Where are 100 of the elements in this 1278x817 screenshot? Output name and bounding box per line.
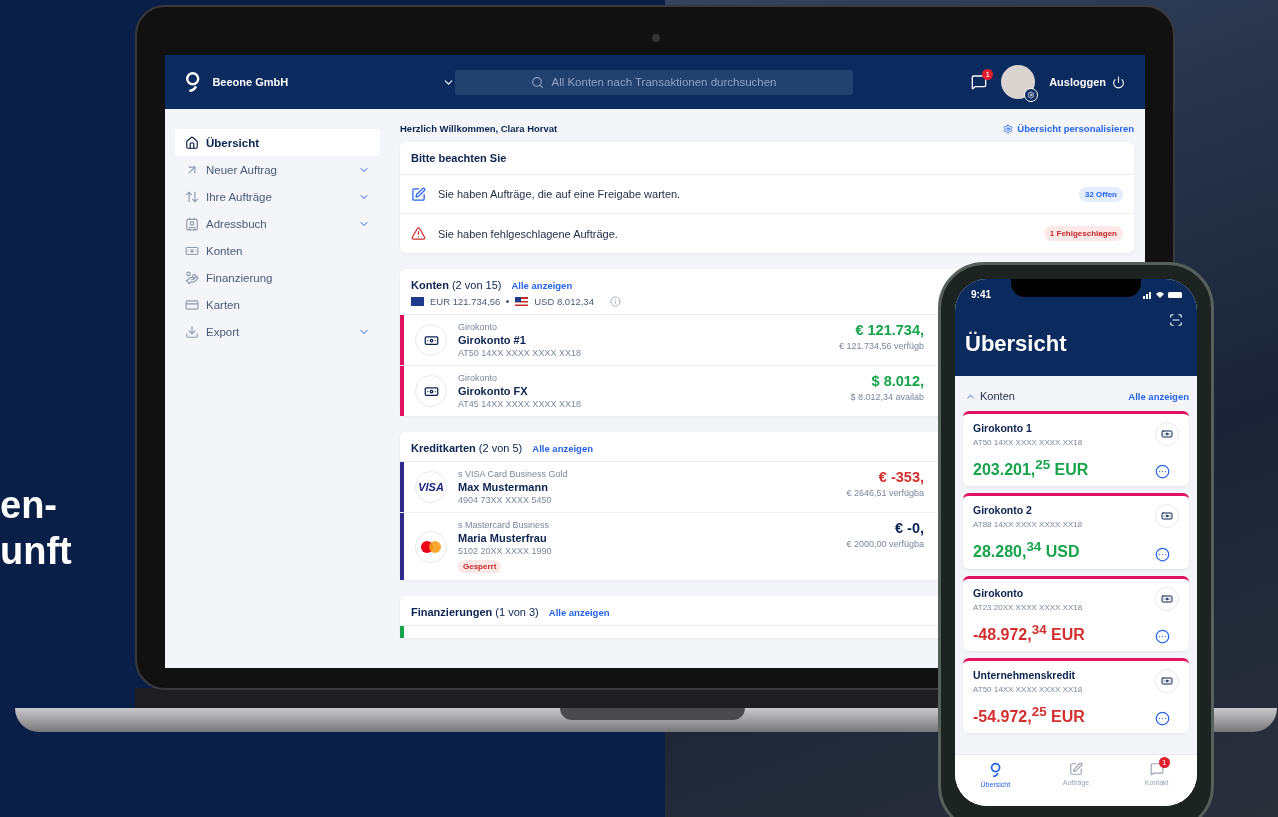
account-name[interactable]: Girokonto #1 — [458, 334, 828, 346]
section-toggle[interactable]: Konten — [965, 390, 1015, 402]
account-card[interactable]: Unternehmenskredit AT50 14XX XXXX XXXX XX18 -54.972,$^{25}$ EUR — [963, 658, 1189, 734]
banknote-icon — [1161, 428, 1173, 440]
account-type: s VISA Card Business Gold — [458, 469, 569, 479]
account-name[interactable]: Girokonto FX — [458, 385, 840, 397]
sidebar-item[interactable]: Finanzierung — [175, 264, 380, 291]
power-icon — [1112, 75, 1125, 89]
balance-amount: € 121.734, — [855, 322, 924, 338]
us-flag-icon — [515, 297, 529, 306]
balance-amount: € -353, — [878, 469, 924, 485]
section-title: Kreditkarten (2 von 5) — [411, 442, 523, 454]
balance-amount: $ 8.012, — [871, 373, 924, 389]
account-card[interactable]: Girokonto AT23 20XX XXXX XXXX XX18 -48.972,$^{34}$ EUR — [963, 575, 1189, 651]
available-amount: $ 8.012,34 availab — [850, 392, 924, 402]
more-icon[interactable] — [1155, 546, 1170, 562]
account-card[interactable]: Girokonto 2 AT88 14XX XXXX XXXX XX18 28.280,$^{34}$ USD — [963, 493, 1189, 569]
section-title: Finanzierungen (1 von 3) — [411, 606, 539, 618]
more-icon[interactable] — [1155, 464, 1170, 480]
search-field[interactable]: All Konten nach Transaktionen durchsuchen — [455, 69, 853, 95]
more-icon[interactable] — [1155, 711, 1170, 727]
balance-amount: € -0, — [895, 520, 924, 536]
notice-text: Sie haben Aufträge, die auf eine Freigabe warten. — [438, 188, 682, 200]
sidebar-item[interactable]: Adressbuch — [175, 210, 380, 237]
account-name: Girokonto 1 — [973, 422, 1033, 434]
sidebar-item[interactable]: Export — [175, 318, 380, 345]
available-amount: € 2000,00 verfügba — [846, 539, 924, 549]
up-down-arrows-icon — [185, 189, 199, 204]
logo-icon — [185, 71, 201, 93]
sidebar-item[interactable]: Übersicht — [175, 129, 380, 156]
account-number: 4904 73XX XXXX 5450 — [458, 495, 553, 505]
warning-icon — [411, 226, 426, 241]
notice-text: Sie haben fehlgeschlagene Aufträge. — [438, 227, 619, 240]
account-type: Girokonto — [458, 373, 499, 383]
status-badge: 32 Offen — [1079, 186, 1123, 202]
banknote-icon — [1161, 675, 1173, 687]
contact-card-icon — [185, 216, 199, 231]
sidebar-item[interactable]: Karten — [175, 291, 380, 318]
total-amount: USD 8.012,34 — [534, 296, 594, 307]
status-badge: Gesperrt — [458, 560, 502, 573]
available-amount: € 2646,51 verfügba — [846, 488, 924, 498]
cards-icon — [185, 297, 199, 312]
edit-icon — [411, 186, 426, 202]
logout-button[interactable]: Ausloggen — [1049, 75, 1125, 89]
show-all-link[interactable]: Alle anzeigen — [548, 606, 610, 618]
show-all-link[interactable]: Alle anzeigen — [511, 279, 573, 291]
home-icon — [185, 135, 199, 150]
card-brand-logo: VISA — [418, 481, 444, 493]
headline-text: unft — [0, 529, 72, 574]
account-type: s Mastercard Business — [458, 520, 551, 530]
account-name: Unternehmenskredit — [973, 669, 1077, 681]
sidebar-item[interactable]: Ihre Aufträge — [175, 183, 380, 210]
notification-badge: 1 — [1158, 757, 1170, 768]
screen-title: Übersicht — [965, 331, 1068, 357]
personalize-link[interactable]: Übersicht personalisieren — [1003, 123, 1134, 134]
account-number: AT50 14XX XXXX XXXX XX18 — [973, 438, 1084, 447]
total-amount: EUR 121.734,56 — [430, 296, 501, 307]
balance-amount: -54.972,$^{25}$ EUR — [973, 704, 1086, 727]
status-icons-drawing — [1143, 289, 1183, 299]
hand-coins-icon — [185, 270, 199, 285]
show-all-link[interactable]: Alle anzeigen — [532, 442, 593, 454]
balance-amount: 28.280,$^{34}$ USD — [973, 539, 1081, 562]
logo-icon — [989, 762, 1001, 778]
account-name[interactable]: Maria Musterfrau — [458, 532, 836, 544]
company-name: Beeone GmbH — [212, 76, 289, 88]
account-number: AT23 20XX XXXX XXXX XX18 — [973, 602, 1084, 612]
account-card[interactable]: Girokonto 1 AT50 14XX XXXX XXXX XX18 203.201,$^{25}$ EUR — [963, 411, 1189, 487]
account-number: AT88 14XX XXXX XXXX XX18 — [973, 520, 1084, 530]
available-amount: € 121.734,56 verfügb — [838, 341, 924, 351]
edit-icon — [1069, 762, 1083, 776]
separator-dot — [506, 300, 510, 303]
banknote-icon — [1161, 510, 1173, 523]
account-number: AT50 14XX XXXX XXXX XX18 — [458, 348, 582, 358]
notification-badge: 1 — [982, 69, 994, 80]
more-icon[interactable] — [1155, 629, 1170, 644]
settings-icon[interactable] — [1024, 88, 1039, 102]
show-all-link[interactable]: Alle anzeigen — [1128, 390, 1189, 402]
section-title: Konten (2 von 15) — [411, 279, 502, 291]
avatar[interactable] — [1001, 65, 1036, 99]
camera-dot — [652, 34, 660, 42]
account-type: Girokonto — [458, 322, 499, 332]
status-badge: 1 Fehlgeschlagen — [1043, 226, 1123, 241]
balance-amount: -48.972,$^{34}$ EUR — [973, 621, 1086, 644]
account-name[interactable]: Max Mustermann — [458, 481, 836, 493]
search-icon — [531, 75, 545, 89]
sidebar-item[interactable]: Neuer Auftrag — [175, 156, 380, 183]
search-placeholder: All Konten nach Transaktionen durchsuchen — [551, 76, 777, 88]
account-name: Girokonto 2 — [973, 504, 1033, 517]
chat-icon — [1149, 762, 1164, 776]
chat-icon[interactable] — [971, 74, 988, 90]
download-icon — [185, 324, 199, 339]
account-number: AT45 14XX XXXX XXXX XX18 — [458, 399, 582, 409]
sidebar-item[interactable]: Konten — [175, 237, 380, 264]
account-number: AT50 14XX XXXX XXXX XX18 — [973, 685, 1084, 694]
headline-text: en- — [0, 483, 58, 528]
settings-icon — [1003, 123, 1014, 134]
card-title: Bitte beachten Sie — [400, 142, 1134, 175]
account-name: Girokonto — [973, 586, 1025, 599]
scan-icon[interactable] — [1169, 313, 1183, 327]
card-brand-logo — [421, 540, 441, 553]
